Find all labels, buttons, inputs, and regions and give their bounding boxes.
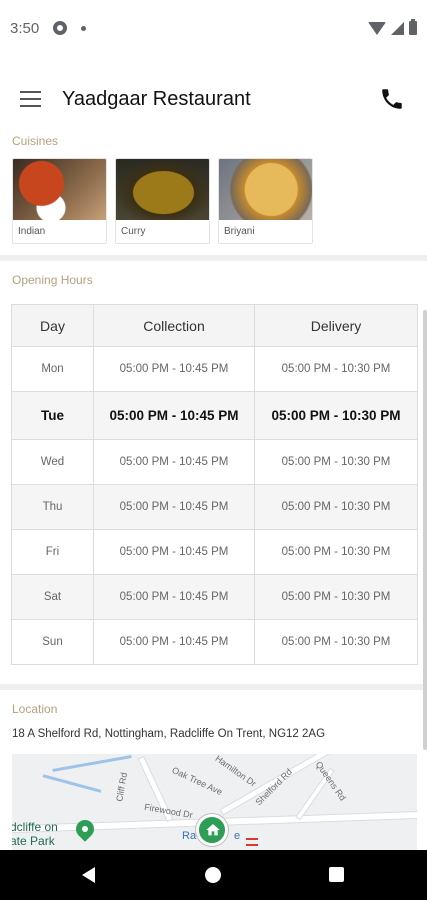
hours-cell-collection: 05:00 PM - 10:45 PM [93, 391, 255, 440]
hours-cell-day: Mon [11, 346, 94, 392]
map-station-label-suffix: e [234, 830, 241, 842]
rail-icon [246, 838, 258, 846]
status-bar: 3:50 [0, 0, 427, 56]
location-pin-icon[interactable] [72, 816, 98, 842]
app-bar: Yaadgaar Restaurant [0, 72, 427, 128]
hours-row-fri: Fri 05:00 PM - 10:45 PM 05:00 PM - 10:30 P… [11, 529, 418, 575]
cuisine-card-indian[interactable]: Indian [12, 158, 107, 244]
column-header-day: Day [11, 304, 94, 347]
map-street-label: Oak Tree Ave [170, 764, 224, 798]
cuisine-image [219, 159, 312, 220]
map-water [52, 755, 132, 772]
cuisine-name: Briyani [224, 226, 255, 237]
location-map[interactable]: Oak Tree Ave Hamilton Dr Shelford Rd Que… [12, 754, 417, 850]
settings-icon [53, 21, 68, 35]
hours-cell-delivery: 05:00 PM - 10:30 PM [254, 619, 418, 665]
hours-cell-delivery: 05:00 PM - 10:30 PM [254, 484, 418, 530]
hours-cell-delivery: 05:00 PM - 10:30 PM [254, 439, 418, 485]
hours-cell-day: Fri [11, 529, 94, 575]
column-header-delivery: Delivery [254, 304, 418, 347]
hours-cell-day: Sun [11, 619, 94, 665]
recents-icon[interactable] [329, 867, 344, 882]
hours-cell-collection: 05:00 PM - 10:45 PM [93, 529, 255, 575]
location-address: 18 A Shelford Rd, Nottingham, Radcliffe … [12, 728, 326, 740]
scrollbar[interactable] [423, 310, 427, 750]
status-time: 3:50 [10, 19, 40, 37]
hours-cell-collection: 05:00 PM - 10:45 PM [93, 439, 255, 485]
hours-row-thu: Thu 05:00 PM - 10:45 PM 05:00 PM - 10:30 P… [11, 484, 418, 530]
page-title: Yaadgaar Restaurant [62, 88, 251, 110]
hours-cell-day: Wed [11, 439, 94, 485]
cuisine-card-briyani[interactable]: Briyani [218, 158, 313, 244]
opening-hours-label: Opening Hours [12, 273, 93, 287]
hours-cell-day: Sat [11, 574, 94, 620]
map-station-label: Ra [182, 830, 197, 842]
hours-row-mon: Mon 05:00 PM - 10:45 PM 05:00 PM - 10:30 P… [11, 346, 418, 392]
hours-cell-delivery: 05:00 PM - 10:30 PM [254, 574, 418, 620]
hours-row-sun: Sun 05:00 PM - 10:45 PM 05:00 PM - 10:30 P… [11, 619, 418, 665]
hours-cell-day: Tue [11, 391, 94, 440]
map-street-label: Hamilton Dr [213, 754, 259, 789]
navigation-bar [0, 850, 427, 900]
cuisines-label: Cuisines [12, 134, 59, 148]
cuisine-name: Curry [121, 226, 146, 237]
map-place-label: dcliffe on ate Park [12, 820, 58, 848]
hours-cell-delivery: 05:00 PM - 10:30 PM [254, 346, 418, 392]
cuisine-image [116, 159, 209, 220]
hours-cell-collection: 05:00 PM - 10:45 PM [93, 574, 255, 620]
hours-cell-delivery: 05:00 PM - 10:30 PM [254, 529, 418, 575]
hours-cell-delivery: 05:00 PM - 10:30 PM [254, 391, 418, 440]
hours-row-wed: Wed 05:00 PM - 10:45 PM 05:00 PM - 10:30 P… [11, 439, 418, 485]
cuisine-name: Indian [18, 226, 46, 237]
section-divider [0, 684, 427, 690]
phone-icon[interactable] [379, 86, 405, 112]
back-icon[interactable] [82, 867, 95, 883]
location-label: Location [12, 702, 58, 716]
cuisine-image [13, 159, 106, 220]
map-water [42, 774, 102, 793]
cuisine-list: Indian Curry Briyani [12, 158, 313, 244]
wifi-icon [368, 21, 386, 35]
hours-row-tue: Tue 05:00 PM - 10:45 PM 05:00 PM - 10:30 P… [11, 391, 418, 440]
cuisine-card-curry[interactable]: Curry [115, 158, 210, 244]
section-divider [0, 255, 427, 261]
home-icon[interactable] [196, 814, 228, 846]
opening-hours-table: Day Collection Delivery Mon 05:00 PM - 10… [11, 304, 418, 665]
hours-cell-collection: 05:00 PM - 10:45 PM [93, 619, 255, 665]
notification-dot-icon [81, 25, 87, 31]
hours-cell-collection: 05:00 PM - 10:45 PM [93, 346, 255, 392]
menu-icon[interactable] [20, 91, 41, 107]
map-street-label: Cliff Rd [114, 771, 130, 803]
signal-icon [391, 21, 404, 35]
column-header-collection: Collection [93, 304, 255, 347]
home-nav-icon[interactable] [205, 867, 221, 883]
battery-icon [409, 19, 417, 35]
hours-cell-collection: 05:00 PM - 10:45 PM [93, 484, 255, 530]
hours-row-sat: Sat 05:00 PM - 10:45 PM 05:00 PM - 10:30 P… [11, 574, 418, 620]
hours-cell-day: Thu [11, 484, 94, 530]
